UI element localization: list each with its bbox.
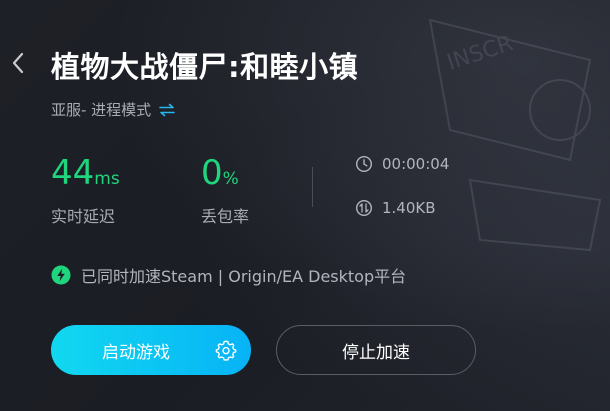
latency-unit: ms [94,169,120,189]
latency-value-row: 44ms [51,153,120,199]
start-game-label: 启动游戏 [102,342,170,363]
packet-loss-stat: 0% 丢包率 [201,153,249,227]
packet-loss-value-row: 0% [201,153,249,199]
server-mode: 亚服- 进程模式 [51,99,175,120]
back-arrow-icon [12,52,24,74]
latency-stat: 44ms 实时延迟 [51,153,120,227]
sync-notice-text: 已同时加速Steam | Origin/EA Desktop平台 [81,267,407,286]
traffic-value: 1.40KB [382,199,436,217]
clock-icon [355,155,373,173]
packet-loss-label: 丢包率 [201,207,250,226]
duration-value: 00:00:04 [382,155,450,173]
background-art: INSCR [428,18,602,252]
sync-notice: 已同时加速Steam | Origin/EA Desktop平台 [51,263,406,287]
packet-loss-value: 0 [201,153,223,193]
start-game-button[interactable]: 启动游戏 [51,325,251,375]
stats-divider [312,167,313,207]
latency-label: 实时延迟 [51,207,116,226]
latency-value: 44 [51,153,95,193]
lightning-icon [51,265,71,285]
swap-mode-button[interactable] [159,103,175,117]
packet-loss-unit: % [222,169,239,189]
svg-text:INSCR: INSCR [444,31,516,76]
gear-icon[interactable] [215,339,237,361]
game-title: 植物大战僵尸:和睦小镇 [51,50,359,84]
duration-info: 00:00:04 [355,155,449,173]
traffic-info: 1.40KB [355,199,436,217]
traffic-icon [355,199,373,217]
stop-accel-button[interactable]: 停止加速 [276,325,476,375]
back-button[interactable] [8,50,28,76]
swap-icon [159,103,175,116]
server-mode-label: 亚服- 进程模式 [51,101,152,119]
